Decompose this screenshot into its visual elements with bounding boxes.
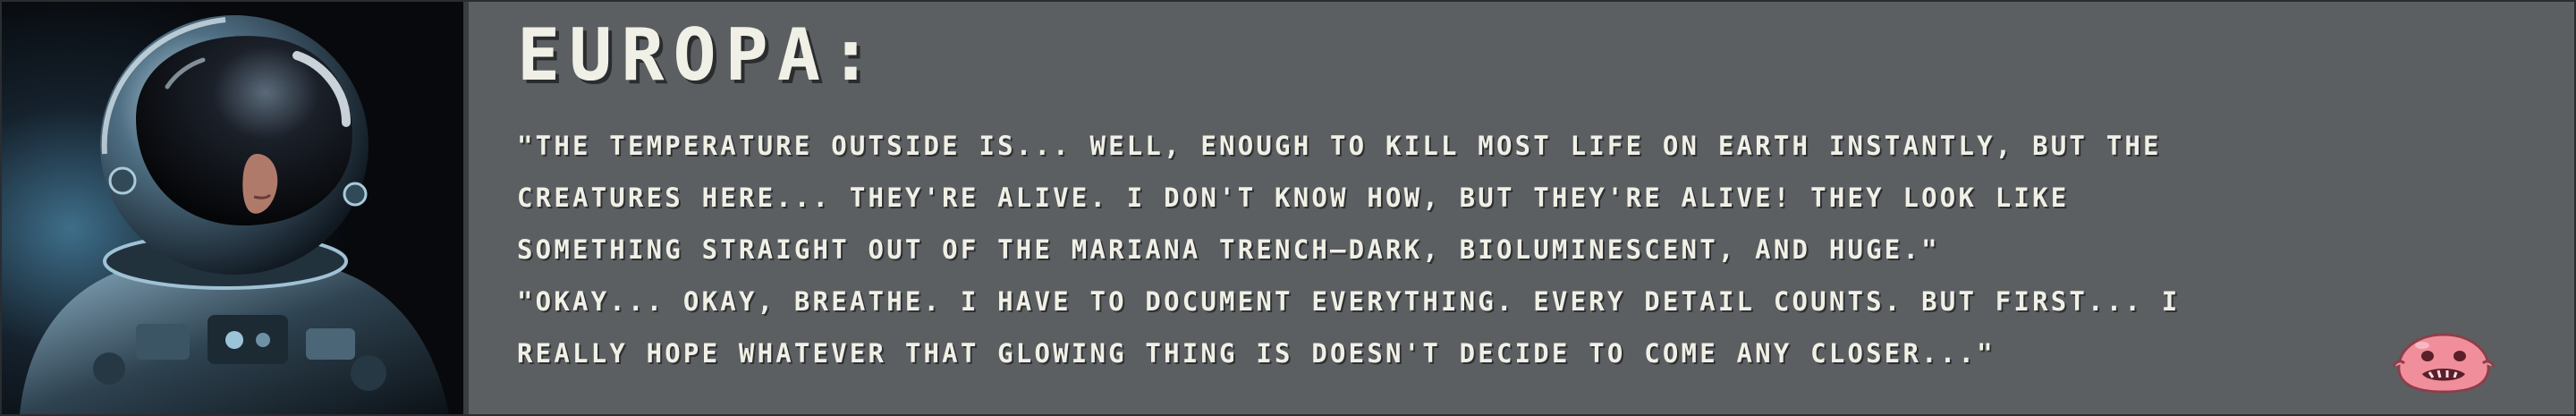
dialog-line: REALLY HOPE WHATEVER THAT GLOWING THING … — [517, 338, 1996, 369]
dialog-box[interactable]: EUROPA: "THE TEMPERATURE OUTSIDE IS... W… — [0, 0, 2576, 416]
dialog-line: "THE TEMPERATURE OUTSIDE IS... WELL, ENO… — [517, 131, 2162, 161]
speaker-name: EUROPA: — [517, 13, 882, 97]
speaker-portrait — [2, 2, 463, 414]
portrait-divider — [463, 2, 469, 414]
pink-blob-creature-icon[interactable] — [2392, 331, 2496, 395]
dialog-line: "OKAY... OKAY, BREATHE. I HAVE TO DOCUME… — [517, 286, 2181, 317]
dialog-line: CREATURES HERE... THEY'RE ALIVE. I DON'T… — [517, 183, 2070, 213]
dialog-line: SOMETHING STRAIGHT OUT OF THE MARIANA TR… — [517, 234, 1940, 265]
dialog-text: "THE TEMPERATURE OUTSIDE IS... WELL, ENO… — [517, 120, 2431, 379]
